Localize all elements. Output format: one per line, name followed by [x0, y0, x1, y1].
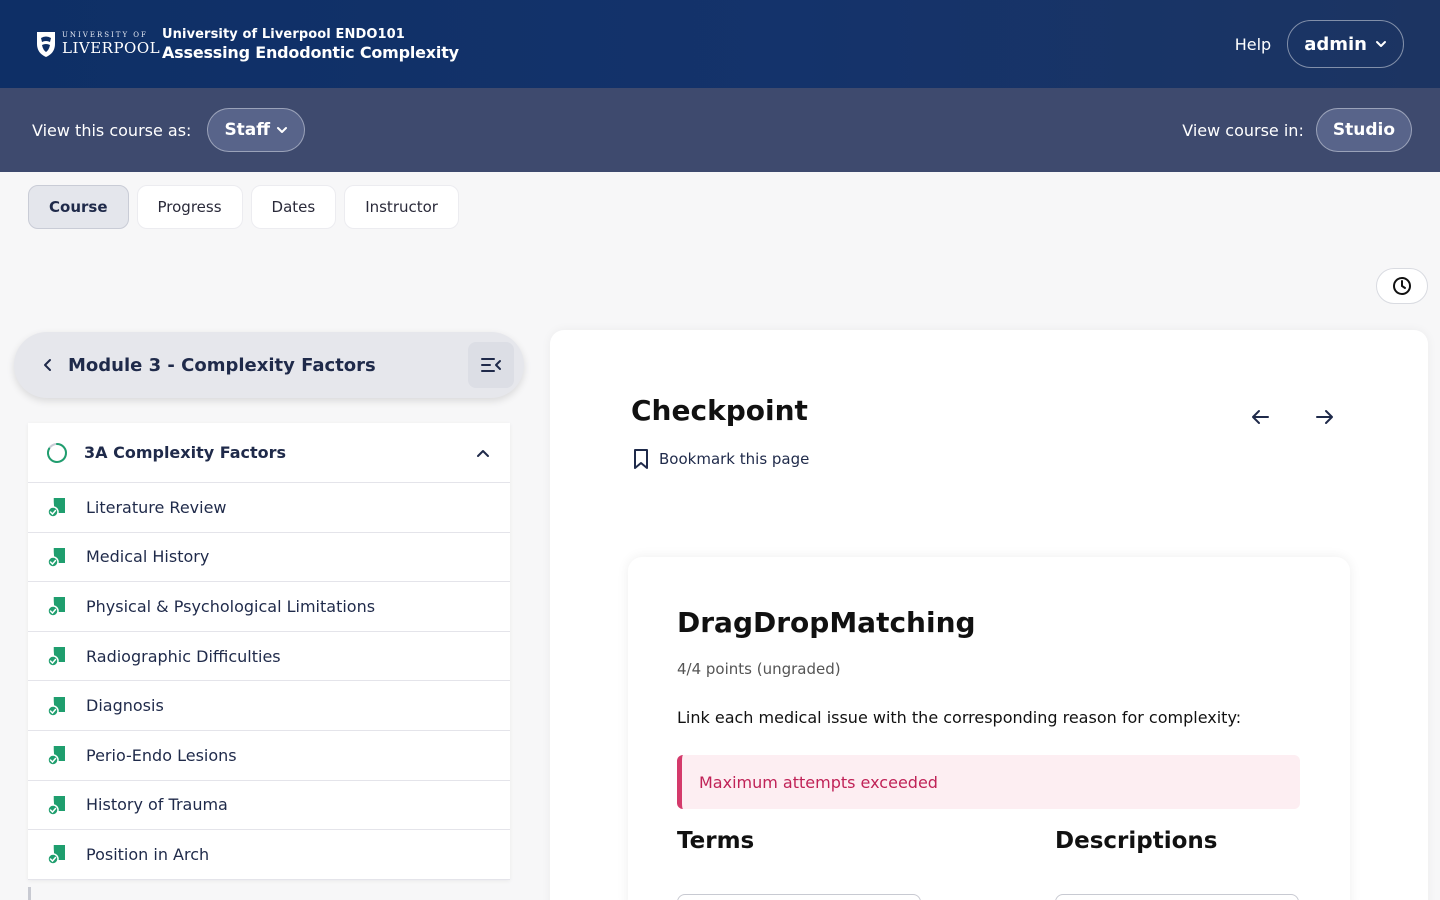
module-header: Module 3 - Complexity Factors: [14, 332, 524, 398]
completed-unit-icon: [47, 795, 65, 816]
notifications-button[interactable]: [1376, 268, 1428, 304]
tab-course[interactable]: Course: [28, 185, 129, 229]
chevron-up-icon: [477, 449, 489, 457]
help-link[interactable]: Help: [1235, 35, 1271, 54]
sidebar-unit-perio-endo-lesions[interactable]: Perio-Endo Lesions: [28, 731, 510, 781]
chevron-down-icon: [277, 127, 288, 133]
university-logo[interactable]: UNIVERSITY OF LIVERPOOL: [36, 28, 160, 60]
username: admin: [1304, 33, 1367, 55]
problem-prompt: Link each medical issue with the corresp…: [677, 708, 1242, 727]
bookmark-label: Bookmark this page: [659, 450, 810, 468]
view-in-label: View course in:: [1182, 120, 1304, 140]
unit-title: Checkpoint: [631, 394, 808, 427]
studio-button[interactable]: Studio: [1315, 108, 1412, 152]
unit-label: Medical History: [86, 547, 210, 567]
sidebar-unit-literature-review[interactable]: Literature Review: [28, 483, 510, 533]
menu-collapse-icon: [481, 358, 501, 372]
bookmark-icon: [634, 449, 648, 469]
course-name: Assessing Endodontic Complexity: [162, 42, 459, 62]
tab-progress[interactable]: Progress: [136, 185, 243, 229]
back-to-outline-button[interactable]: Module 3 - Complexity Factors: [42, 355, 376, 376]
term-draggable[interactable]: [677, 894, 921, 900]
chevron-left-icon: [44, 359, 51, 371]
crest-icon: [37, 32, 55, 57]
progress-ring-icon: [47, 442, 67, 463]
sidebar-unit-history-of-trauma[interactable]: History of Trauma: [28, 781, 510, 831]
unit-label: Literature Review: [86, 497, 227, 517]
logo-wordmark-small: UNIVERSITY OF: [62, 31, 148, 39]
sidebar-unit-radiographic-difficulties[interactable]: Radiographic Difficulties: [28, 632, 510, 682]
unit-label: Radiographic Difficulties: [86, 646, 281, 666]
unit-label: Perio-Endo Lesions: [86, 745, 237, 765]
bookmark-button[interactable]: Bookmark this page: [631, 448, 809, 470]
unit-label: Physical & Psychological Limitations: [86, 596, 376, 616]
unit-label: Position in Arch: [86, 844, 210, 864]
sidebar-scroll-rail: [28, 887, 31, 900]
tab-instructor[interactable]: Instructor: [344, 185, 459, 229]
arrow-left-icon: [1252, 410, 1269, 424]
problem-title: DragDropMatching: [677, 606, 976, 639]
completed-unit-icon: [47, 696, 65, 717]
sidebar-unit-physical-psychological-limitations[interactable]: Physical & Psychological Limitations: [28, 582, 510, 632]
completed-unit-icon: [47, 498, 65, 519]
view-as-label: View this course as:: [32, 120, 192, 140]
tab-dates[interactable]: Dates: [250, 185, 337, 229]
site-header: UNIVERSITY OF LIVERPOOL University of Li…: [0, 0, 1440, 88]
previous-unit-button[interactable]: [1245, 402, 1275, 432]
completed-unit-icon: [47, 597, 65, 618]
user-menu-button[interactable]: admin: [1287, 20, 1404, 68]
completed-unit-icon: [47, 547, 65, 568]
sidebar-unit-medical-history[interactable]: Medical History: [28, 533, 510, 583]
next-unit-button[interactable]: [1310, 402, 1340, 432]
completed-unit-icon: [47, 746, 65, 767]
clock-icon: [1393, 277, 1411, 295]
unit-label: History of Trauma: [86, 795, 228, 815]
module-title: Module 3 - Complexity Factors: [68, 354, 376, 376]
collapse-sidebar-button[interactable]: [468, 342, 514, 388]
sidebar-section: 3A Complexity Factors Literature Review …: [28, 423, 510, 880]
completed-unit-icon: [47, 647, 65, 667]
course-title-block: University of Liverpool ENDO101 Assessin…: [162, 27, 459, 62]
masquerade-bar: View this course as: Staff View course i…: [0, 88, 1440, 172]
max-attempts-alert: Maximum attempts exceeded: [677, 755, 1300, 809]
course-tabs: Course Progress Dates Instructor: [28, 185, 459, 229]
section-title: 3A Complexity Factors: [84, 443, 287, 462]
chevron-down-icon: [1376, 41, 1386, 47]
description-dropzone[interactable]: [1055, 894, 1299, 900]
sidebar-unit-position-in-arch[interactable]: Position in Arch: [28, 830, 510, 880]
course-org: University of Liverpool ENDO101: [162, 26, 405, 42]
logo-wordmark: LIVERPOOL: [62, 39, 161, 57]
descriptions-heading: Descriptions: [1055, 828, 1218, 854]
arrow-right-icon: [1316, 410, 1333, 424]
unit-label: Diagnosis: [86, 696, 164, 716]
section-toggle[interactable]: 3A Complexity Factors: [28, 423, 510, 483]
studio-label: Studio: [1332, 120, 1395, 140]
problem-points: 4/4 points (ungraded): [677, 660, 841, 678]
sidebar-unit-diagnosis[interactable]: Diagnosis: [28, 681, 510, 731]
completed-unit-icon: [47, 845, 65, 866]
terms-heading: Terms: [677, 828, 755, 854]
view-as-dropdown[interactable]: Staff: [207, 108, 306, 152]
view-as-value: Staff: [224, 120, 271, 140]
